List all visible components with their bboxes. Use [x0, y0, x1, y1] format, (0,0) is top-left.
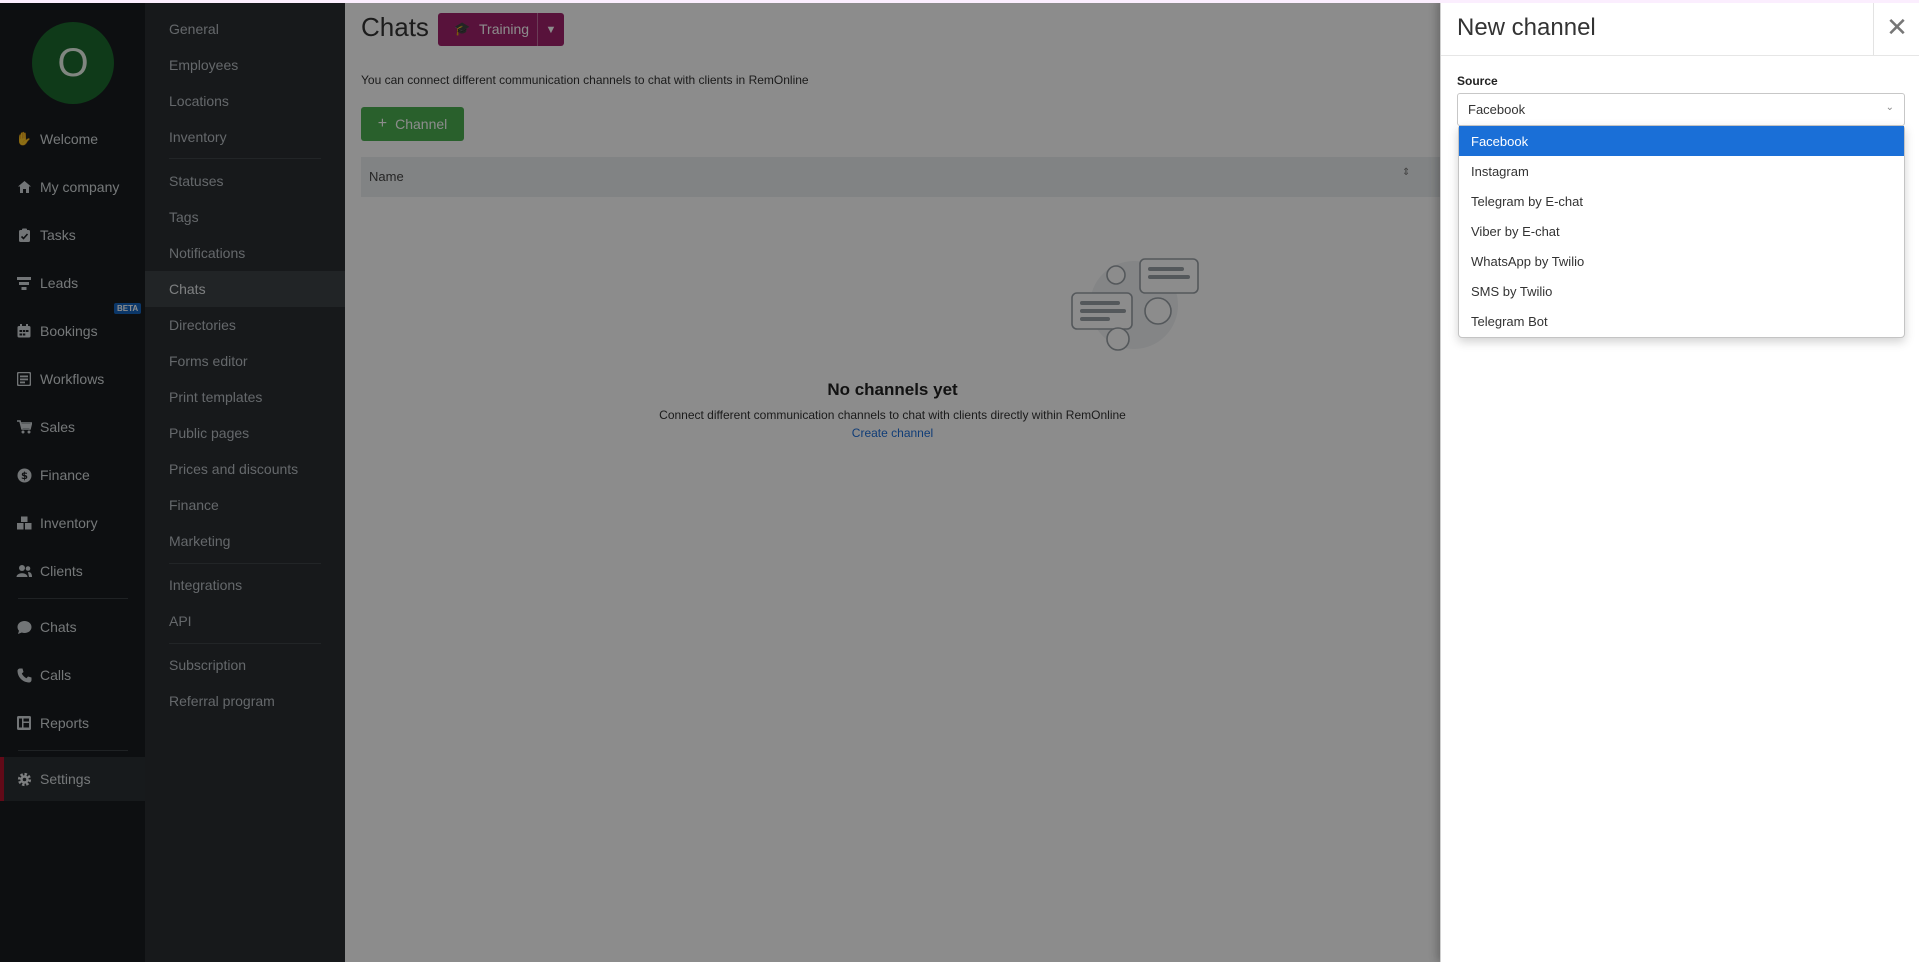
- option-viber-echat[interactable]: Viber by E-chat: [1459, 216, 1904, 246]
- chevron-down-icon: ⌄: [1885, 102, 1894, 113]
- modal-overlay[interactable]: [0, 0, 1440, 962]
- panel-divider: [1441, 55, 1919, 56]
- close-icon[interactable]: ✕: [1873, 0, 1919, 55]
- panel-title: New channel: [1457, 14, 1596, 41]
- new-channel-panel: New channel ✕ Source Facebook ⌄ Facebook…: [1440, 0, 1919, 962]
- option-sms-twilio[interactable]: SMS by Twilio: [1459, 276, 1904, 306]
- source-value: Facebook: [1468, 102, 1526, 117]
- source-label: Source: [1457, 74, 1498, 88]
- source-select[interactable]: Facebook ⌄: [1457, 93, 1905, 126]
- source-dropdown: Facebook Instagram Telegram by E-chat Vi…: [1458, 125, 1905, 338]
- option-telegram-bot[interactable]: Telegram Bot: [1459, 306, 1904, 336]
- option-telegram-echat[interactable]: Telegram by E-chat: [1459, 186, 1904, 216]
- option-whatsapp-twilio[interactable]: WhatsApp by Twilio: [1459, 246, 1904, 276]
- top-border: [0, 0, 1919, 3]
- option-facebook[interactable]: Facebook: [1459, 126, 1904, 156]
- option-instagram[interactable]: Instagram: [1459, 156, 1904, 186]
